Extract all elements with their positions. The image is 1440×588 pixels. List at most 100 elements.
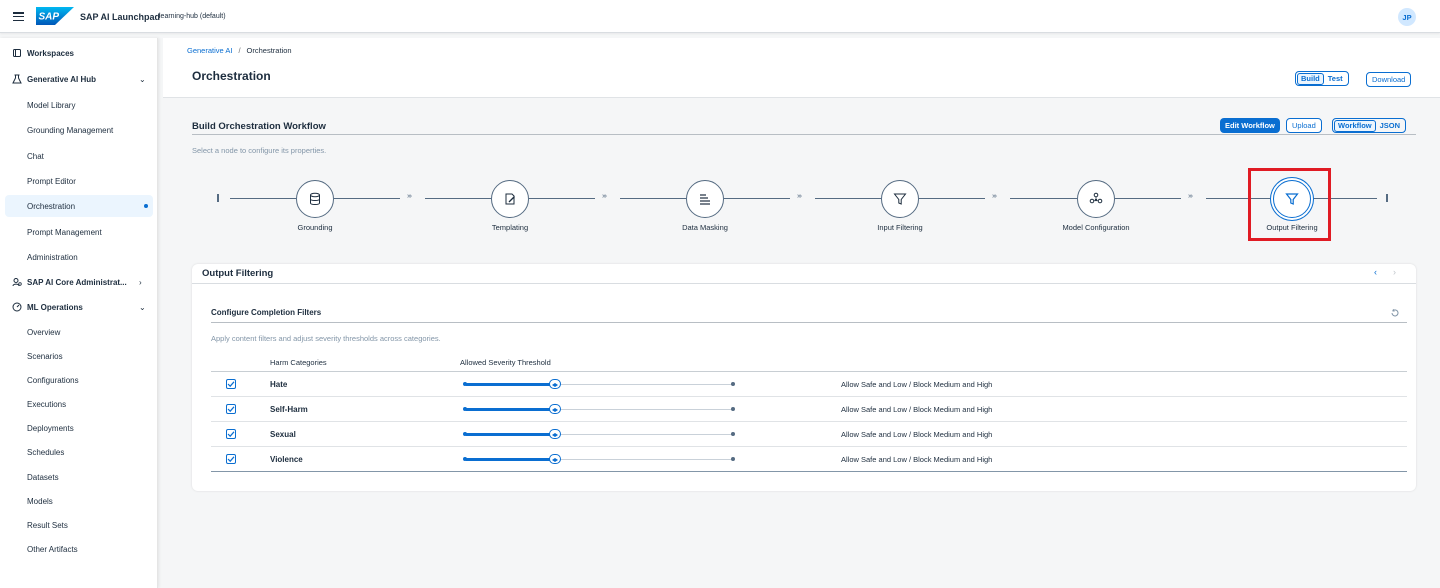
sidebar-group-generative-ai-hub[interactable]: Generative AI Hub ⌄ [0, 68, 158, 90]
filters-subtitle: Configure Completion Filters [211, 308, 322, 317]
sidebar-item-deployments[interactable]: Deployments [0, 417, 158, 439]
sidebar-item-configurations[interactable]: Configurations [0, 369, 158, 391]
pipeline-connector [620, 198, 686, 199]
threshold-description: Allow Safe and Low / Block Medium and Hi… [841, 380, 993, 389]
sidebar-item-prompt-management[interactable]: Prompt Management [0, 221, 158, 243]
sidebar-item-grounding-management[interactable]: Grounding Management [0, 119, 158, 141]
reset-icon[interactable] [1390, 308, 1400, 318]
flow-arrow-icon: ››› [992, 193, 997, 200]
chevron-right-icon: › [139, 277, 142, 287]
checkbox-sexual[interactable] [226, 429, 236, 439]
severity-slider-violence[interactable] [463, 454, 735, 464]
node-model-configuration[interactable] [1077, 180, 1115, 218]
tab-test[interactable]: Test [1324, 73, 1347, 85]
category-name: Hate [270, 380, 288, 389]
breadcrumb-link-generative-ai[interactable]: Generative AI [187, 46, 232, 55]
sidebar-item-administration[interactable]: Administration [0, 246, 158, 268]
sidebar-group-ai-core-administration[interactable]: SAP AI Core Administrat... › [0, 271, 158, 293]
menu-icon[interactable] [13, 12, 24, 22]
chevron-right-icon[interactable]: › [1393, 267, 1396, 277]
mode-toggle: Build Test [1295, 71, 1349, 86]
side-navigation: Workspaces Generative AI Hub ⌄ Model Lib… [0, 38, 158, 588]
pipeline-connector [334, 198, 400, 199]
breadcrumb-current: Orchestration [246, 46, 292, 55]
severity-slider-self-harm[interactable] [463, 404, 735, 414]
node-label: Templating [491, 223, 529, 232]
resource-group-label[interactable]: learning-hub (default) [159, 13, 226, 20]
node-input-filtering[interactable] [881, 180, 919, 218]
subsection-divider [211, 322, 1407, 323]
sidebar-item-model-library[interactable]: Model Library [0, 94, 158, 116]
checkbox-hate[interactable] [226, 379, 236, 389]
sidebar-item-label: Chat [27, 151, 44, 161]
slider-max-marker [731, 457, 735, 461]
sidebar-item-schedules[interactable]: Schedules [0, 441, 158, 463]
node-data-masking[interactable] [686, 180, 724, 218]
sidebar-item-other-artifacts[interactable]: Other Artifacts [0, 538, 158, 560]
workspaces-icon [13, 49, 21, 57]
threshold-description: Allow Safe and Low / Block Medium and Hi… [841, 455, 993, 464]
panel-header: Output Filtering ‹ › [192, 264, 1416, 284]
ml-operations-icon [12, 302, 22, 312]
slider-fill [466, 383, 554, 386]
document-lines-icon [700, 194, 710, 205]
sidebar-item-label: Orchestration [27, 201, 76, 211]
severity-slider-hate[interactable] [463, 379, 735, 389]
sidebar-group-ml-operations[interactable]: ML Operations ⌄ [0, 296, 158, 318]
pipeline-connector [724, 198, 790, 199]
column-header-harm-categories: Harm Categories [270, 358, 327, 367]
edit-workflow-button[interactable]: Edit Workflow [1220, 118, 1280, 133]
page-header: Generative AI / Orchestration Orchestratio… [163, 38, 1440, 98]
sidebar-item-models[interactable]: Models [0, 490, 158, 512]
sidebar-item-orchestration[interactable]: Orchestration [5, 195, 153, 217]
breadcrumb-separator: / [238, 46, 241, 55]
sidebar-group-workspaces[interactable]: Workspaces [0, 42, 158, 64]
sidebar-item-result-sets[interactable]: Result Sets [0, 514, 158, 536]
sidebar-item-label: Models [27, 496, 53, 506]
chevron-down-icon: ⌄ [139, 74, 146, 84]
checkbox-self-harm[interactable] [226, 404, 236, 414]
pipeline-connector [529, 198, 595, 199]
tab-build[interactable]: Build [1297, 72, 1324, 85]
checkbox-violence[interactable] [226, 454, 236, 464]
sidebar-item-label: Executions [27, 399, 67, 409]
severity-slider-sexual[interactable] [463, 429, 735, 439]
sidebar-item-scenarios[interactable]: Scenarios [0, 345, 158, 367]
slider-min-marker [463, 407, 467, 411]
tab-json[interactable]: JSON [1376, 120, 1404, 132]
slider-max-marker [731, 407, 735, 411]
edit-template-icon [505, 193, 515, 205]
sidebar-item-datasets[interactable]: Datasets [0, 466, 158, 488]
table-row: Violence Allow Safe and Low / Block Medi… [211, 447, 1407, 472]
node-grounding[interactable] [296, 180, 334, 218]
flow-arrow-icon: ››› [407, 193, 412, 200]
sidebar-item-label: Datasets [27, 472, 59, 482]
node-templating[interactable] [491, 180, 529, 218]
pipeline-connector [230, 198, 296, 199]
sidebar-item-prompt-editor[interactable]: Prompt Editor [0, 170, 158, 192]
breadcrumb: Generative AI / Orchestration [187, 46, 292, 55]
tab-workflow[interactable]: Workflow [1334, 119, 1376, 132]
sidebar-item-chat[interactable]: Chat [0, 145, 158, 167]
threshold-description: Allow Safe and Low / Block Medium and Hi… [841, 405, 993, 414]
admin-icon [12, 278, 22, 287]
sidebar-item-executions[interactable]: Executions [0, 393, 158, 415]
slider-min-marker [463, 457, 467, 461]
slider-handle[interactable] [549, 379, 561, 389]
slider-handle[interactable] [549, 454, 561, 464]
chevron-down-icon: ⌄ [139, 302, 146, 312]
download-button[interactable]: Download [1366, 72, 1412, 87]
slider-min-marker [463, 432, 467, 436]
page-title: Orchestration [192, 69, 271, 83]
slider-handle[interactable] [549, 429, 561, 439]
chevron-left-icon[interactable]: ‹ [1374, 267, 1377, 277]
slider-fill [466, 408, 554, 411]
sap-logo[interactable]: SAP [36, 7, 74, 25]
avatar[interactable]: JP [1398, 8, 1416, 26]
sidebar-item-overview[interactable]: Overview [0, 321, 158, 343]
upload-button[interactable]: Upload [1286, 118, 1322, 133]
slider-handle[interactable] [549, 404, 561, 414]
table-row: Self-Harm Allow Safe and Low / Block Med… [211, 397, 1407, 422]
column-header-severity-threshold: Allowed Severity Threshold [460, 358, 551, 367]
view-toggle: Workflow JSON [1332, 118, 1407, 133]
